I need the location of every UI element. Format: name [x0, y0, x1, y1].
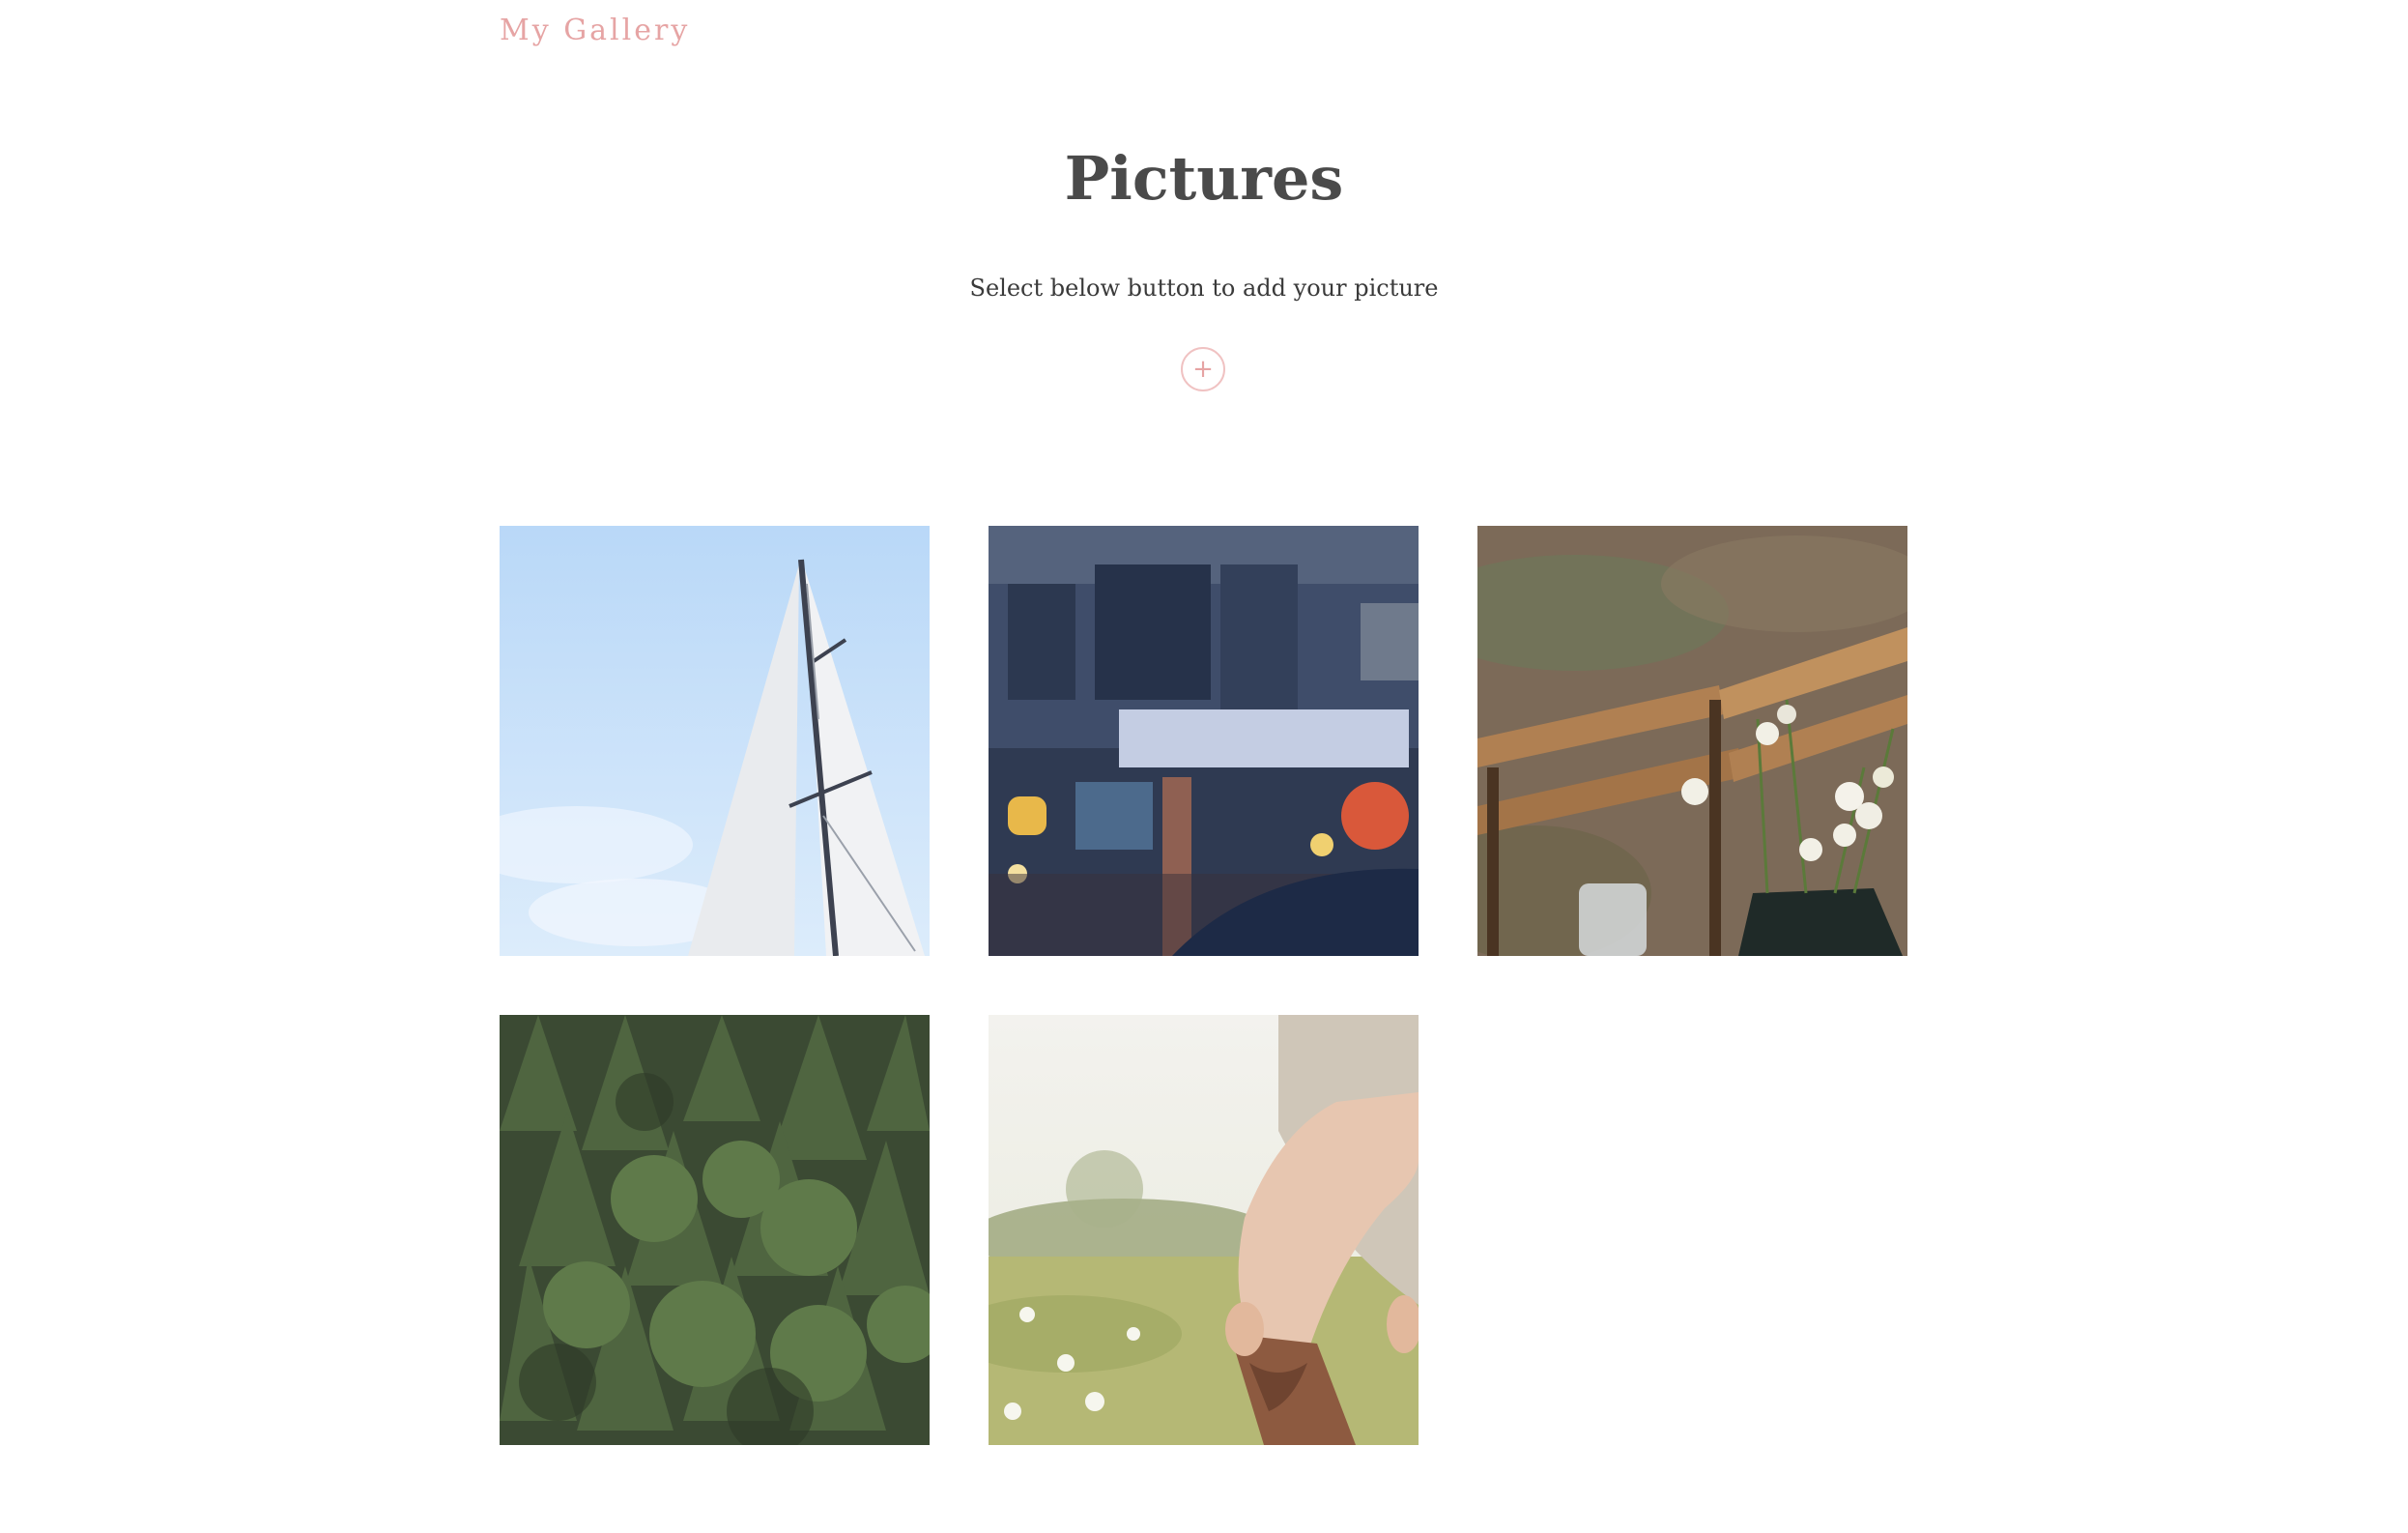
plus-icon: + — [1192, 355, 1214, 384]
page-title: Pictures — [1064, 143, 1344, 214]
page: My Gallery Pictures Select below button … — [0, 0, 2408, 1533]
gallery-picture-forest[interactable] — [500, 1015, 930, 1445]
add-picture-button[interactable]: + — [1181, 347, 1225, 391]
gallery-picture-sailboat[interactable] — [500, 526, 930, 956]
photo-flowers — [1477, 526, 1907, 956]
brand-link[interactable]: My Gallery — [500, 8, 690, 54]
photo-street — [989, 526, 1419, 956]
gallery-picture-street[interactable] — [989, 526, 1419, 956]
gallery-picture-boots[interactable] — [989, 1015, 1419, 1445]
photo-forest — [500, 1015, 930, 1445]
page-subtitle: Select below button to add your picture — [969, 275, 1439, 302]
picture-grid — [500, 526, 1908, 1445]
photo-sailboat — [500, 526, 930, 956]
photo-boots — [989, 1015, 1419, 1445]
gallery-picture-flowers[interactable] — [1477, 526, 1907, 956]
